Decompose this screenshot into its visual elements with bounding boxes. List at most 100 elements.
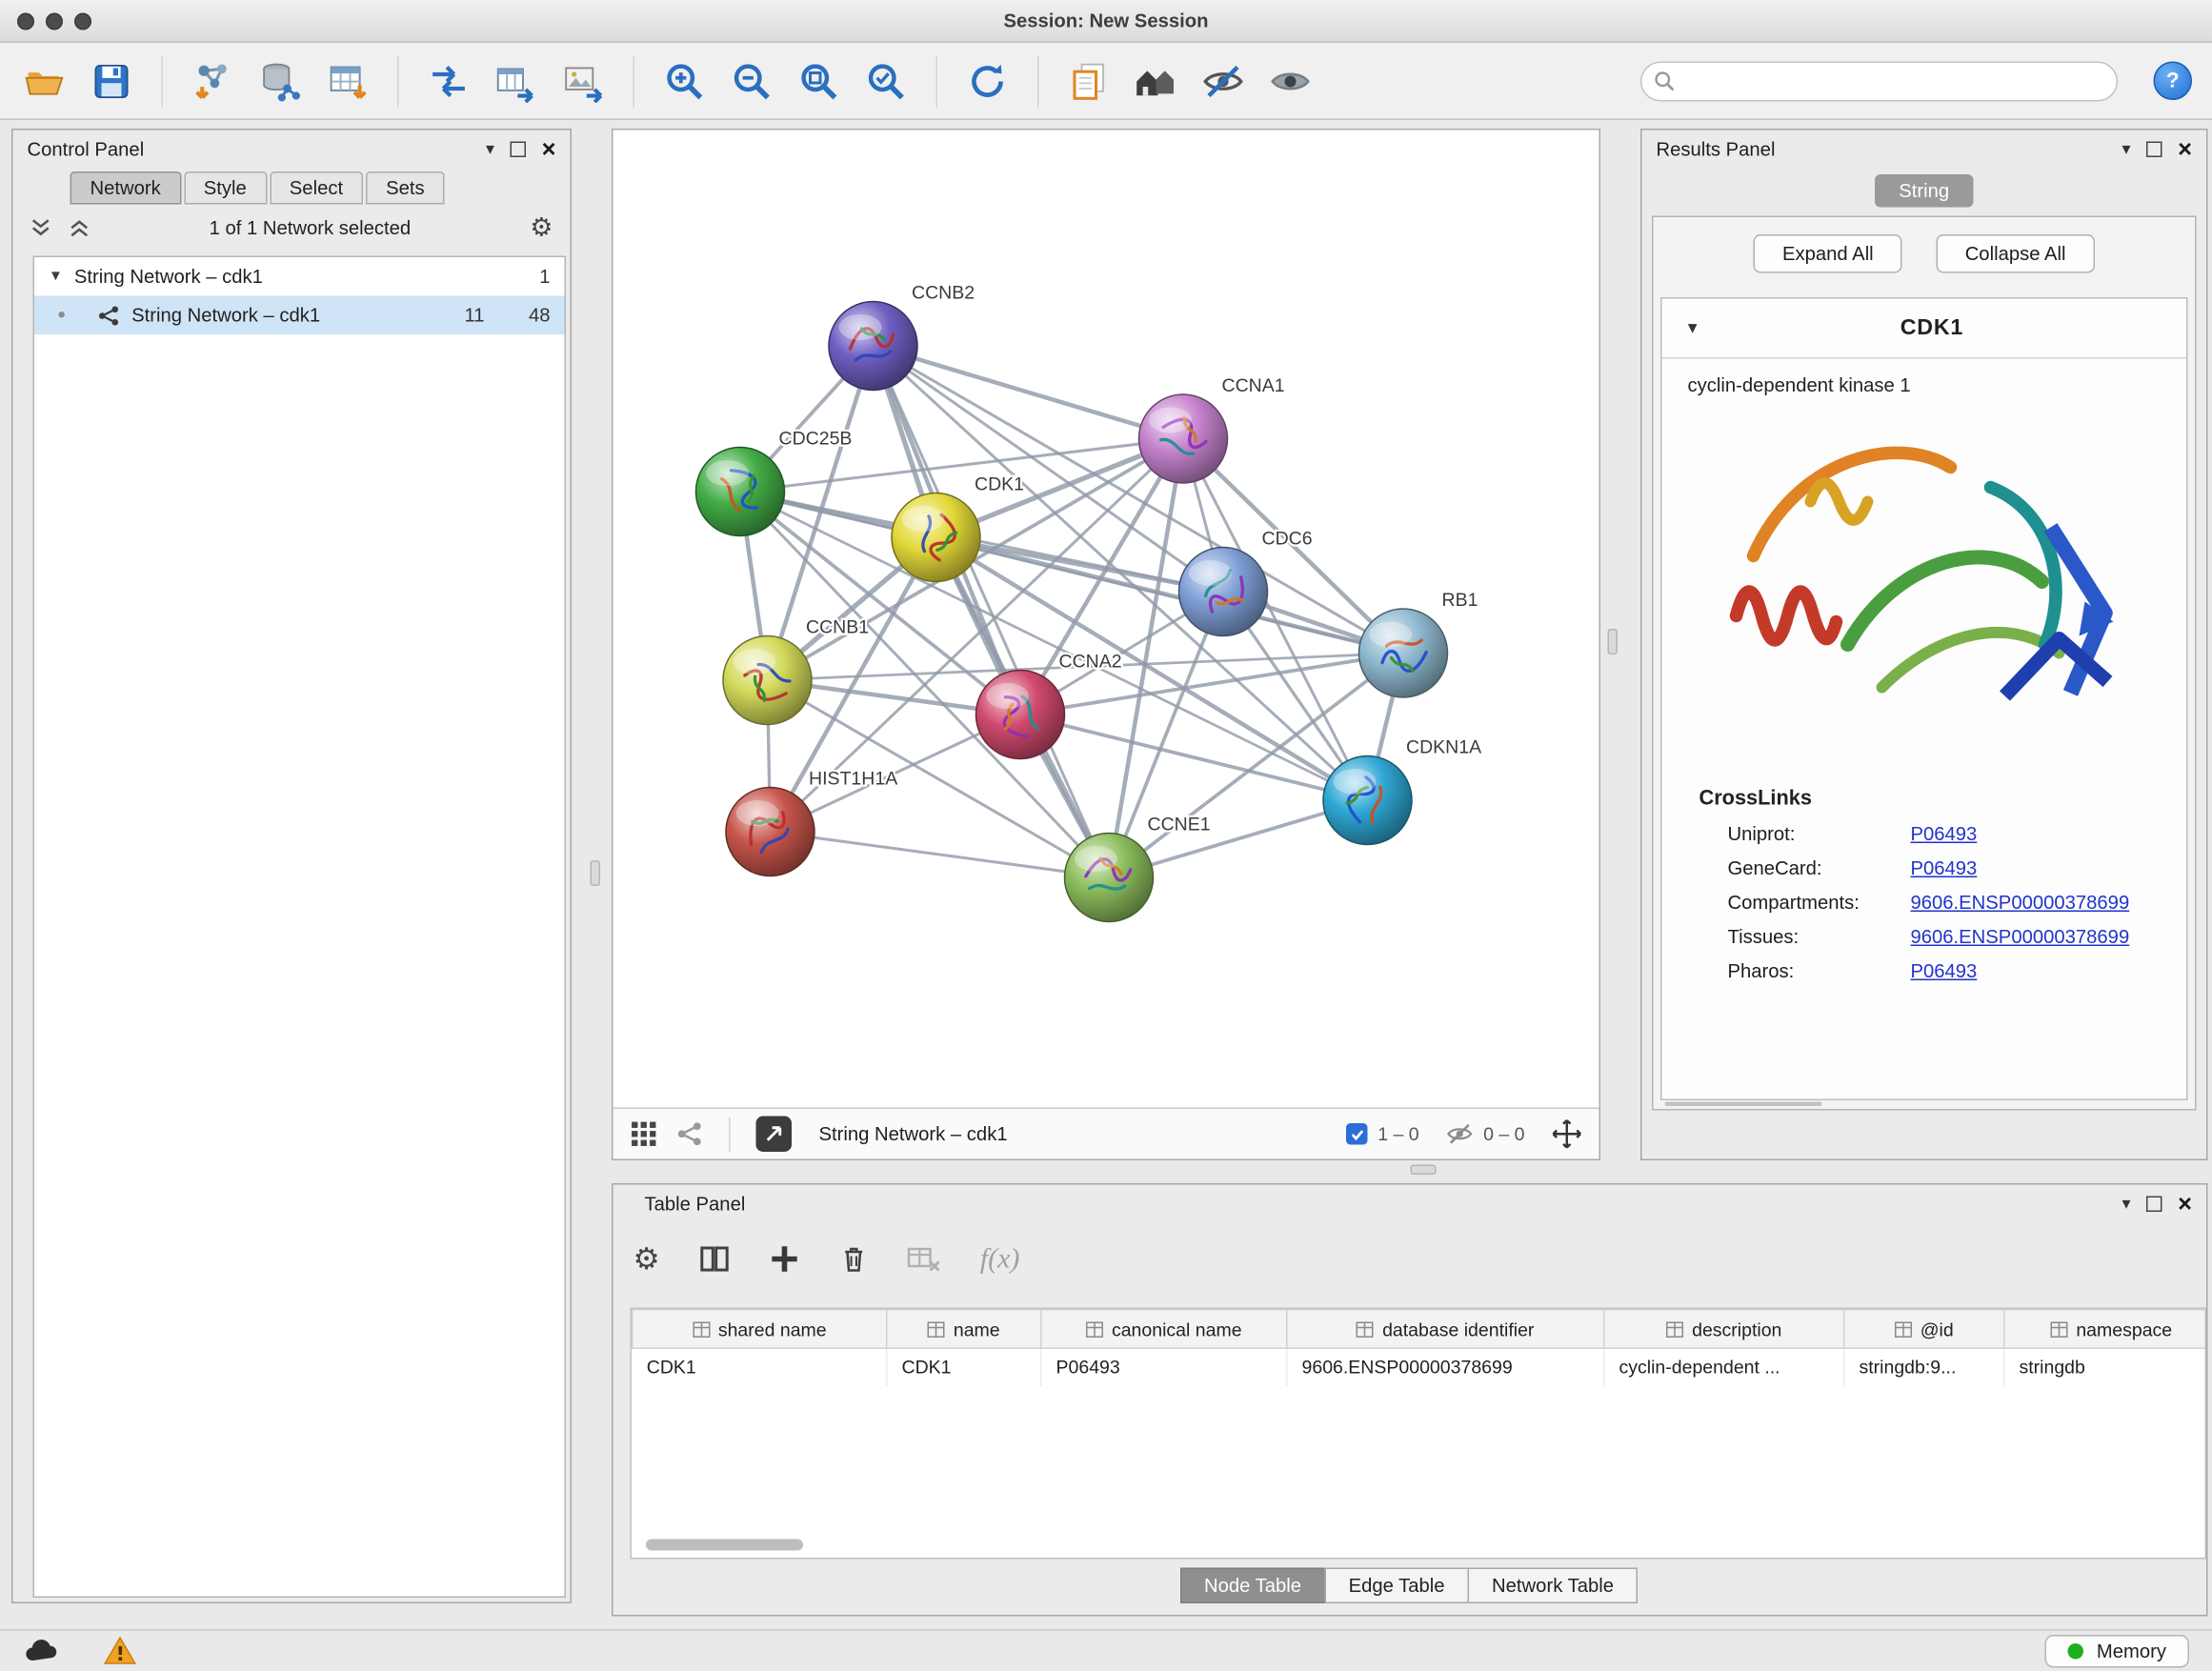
tab-style[interactable]: Style bbox=[184, 171, 267, 205]
export-arrows-icon bbox=[428, 59, 471, 102]
panel-menu-icon[interactable]: ▾ bbox=[486, 140, 494, 157]
svg-text:HIST1H1A: HIST1H1A bbox=[809, 769, 897, 790]
table-cell[interactable]: CDK1 bbox=[887, 1348, 1041, 1385]
zoom-fit-icon bbox=[797, 59, 840, 102]
crosslink-value-link[interactable]: P06493 bbox=[1911, 857, 1978, 879]
cloud-status-icon[interactable] bbox=[23, 1637, 60, 1665]
zoom-out-button[interactable] bbox=[728, 56, 776, 105]
svg-text:CDC25B: CDC25B bbox=[779, 429, 853, 450]
svg-text:CCNB1: CCNB1 bbox=[806, 617, 869, 638]
import-network-button[interactable] bbox=[189, 56, 237, 105]
table-cell[interactable]: CDK1 bbox=[633, 1348, 887, 1385]
right-splitter-handle[interactable] bbox=[1608, 629, 1619, 654]
search-input[interactable] bbox=[1640, 61, 2118, 101]
import-network-from-database-button[interactable] bbox=[256, 56, 305, 105]
help-question-glyph: ? bbox=[2166, 69, 2180, 93]
birds-eye-view-icon[interactable] bbox=[631, 1120, 658, 1148]
column-header[interactable]: @id bbox=[1844, 1310, 2004, 1349]
crosslinks-title: CrossLinks bbox=[1662, 776, 2187, 818]
home-view-button[interactable] bbox=[1132, 56, 1180, 105]
zoom-fit-button[interactable] bbox=[794, 56, 843, 105]
panel-close-icon[interactable]: × bbox=[2178, 1191, 2192, 1216]
tab-node-table[interactable]: Node Table bbox=[1179, 1568, 1325, 1604]
export-table-button[interactable] bbox=[492, 56, 540, 105]
expand-all-button[interactable]: Expand All bbox=[1754, 234, 1902, 273]
results-horizontal-scrollbar[interactable] bbox=[1665, 1102, 1822, 1107]
export-network-button[interactable] bbox=[425, 56, 473, 105]
column-type-icon bbox=[1666, 1321, 1683, 1338]
save-session-button[interactable] bbox=[88, 56, 136, 105]
open-session-button[interactable] bbox=[20, 56, 69, 105]
zoom-in-button[interactable] bbox=[660, 56, 709, 105]
panel-float-icon[interactable] bbox=[511, 141, 527, 157]
gear-icon[interactable]: ⚙ bbox=[530, 214, 553, 240]
open-in-window-button[interactable] bbox=[756, 1117, 793, 1153]
copy-document-button[interactable] bbox=[1065, 56, 1114, 105]
collapse-all-chevron-icon[interactable] bbox=[30, 216, 52, 238]
add-column-icon[interactable] bbox=[769, 1243, 800, 1275]
column-header[interactable]: description bbox=[1604, 1310, 1844, 1349]
string-results-tab[interactable]: String bbox=[1875, 174, 1974, 208]
table-cell[interactable]: stringdb:9... bbox=[1844, 1348, 2004, 1385]
panel-menu-icon[interactable]: ▾ bbox=[2122, 1195, 2131, 1212]
column-header[interactable]: shared name bbox=[633, 1310, 887, 1349]
table-horizontal-scrollbar[interactable] bbox=[646, 1540, 803, 1551]
hide-unhide-button[interactable] bbox=[1199, 56, 1248, 105]
column-header[interactable]: namespace bbox=[2004, 1310, 2206, 1349]
tab-sets[interactable]: Sets bbox=[366, 171, 445, 205]
crosslink-label: Uniprot: bbox=[1728, 823, 1911, 845]
crosslink-value-link[interactable]: 9606.ENSP00000378699 bbox=[1911, 892, 2130, 914]
selected-checkbox-icon[interactable] bbox=[1346, 1123, 1368, 1145]
tab-select[interactable]: Select bbox=[270, 171, 363, 205]
panel-close-icon[interactable]: × bbox=[2178, 136, 2192, 161]
results-panel-title: Results Panel bbox=[1657, 138, 1776, 160]
crosslink-value-link[interactable]: P06493 bbox=[1911, 823, 1978, 845]
network-row-selected[interactable]: ● String Network – cdk1 11 48 bbox=[34, 296, 565, 335]
tab-network[interactable]: Network bbox=[70, 171, 181, 205]
left-splitter-handle[interactable] bbox=[591, 860, 601, 886]
column-header[interactable]: name bbox=[887, 1310, 1041, 1349]
close-window-button[interactable] bbox=[17, 13, 34, 30]
network-collection-row[interactable]: ▼ String Network – cdk1 1 bbox=[34, 257, 565, 296]
horizontal-splitter-handle[interactable] bbox=[1411, 1165, 1437, 1176]
crosslink-value-link[interactable]: 9606.ENSP00000378699 bbox=[1911, 926, 2130, 948]
panel-close-icon[interactable]: × bbox=[542, 136, 556, 161]
gene-section-header[interactable]: ▼ CDK1 bbox=[1662, 299, 2187, 359]
application-window: Session: New Session bbox=[0, 0, 2212, 1671]
tab-network-table[interactable]: Network Table bbox=[1468, 1568, 1639, 1604]
network-graph[interactable]: CCNB2CCNA1CDC25BCDK1CDC6RB1CCNB1CCNA2CDK… bbox=[613, 131, 1599, 1108]
graph-view-icon[interactable] bbox=[676, 1120, 704, 1148]
table-cell[interactable]: P06493 bbox=[1041, 1348, 1287, 1385]
tree-expand-caret-icon[interactable]: ▼ bbox=[49, 269, 63, 285]
zoom-selected-button[interactable] bbox=[862, 56, 911, 105]
memory-button[interactable]: Memory bbox=[2045, 1634, 2189, 1667]
table-cell[interactable]: stringdb bbox=[2004, 1348, 2206, 1385]
protein-structure-container bbox=[1662, 396, 2187, 776]
show-columns-icon[interactable] bbox=[698, 1243, 730, 1275]
panel-menu-icon[interactable]: ▾ bbox=[2122, 140, 2131, 157]
column-header[interactable]: canonical name bbox=[1041, 1310, 1287, 1349]
table-row[interactable]: CDK1 CDK1 P06493 9606.ENSP00000378699 cy… bbox=[633, 1348, 2206, 1385]
delete-column-trash-icon[interactable] bbox=[838, 1243, 869, 1275]
apply-style-button[interactable] bbox=[963, 56, 1012, 105]
pan-crosshair-icon[interactable] bbox=[1552, 1119, 1582, 1150]
table-cell[interactable]: cyclin-dependent ... bbox=[1604, 1348, 1844, 1385]
expand-all-chevron-icon[interactable] bbox=[69, 216, 90, 238]
import-table-button[interactable] bbox=[323, 56, 372, 105]
section-collapse-caret-icon[interactable]: ▼ bbox=[1685, 319, 1700, 336]
help-button[interactable]: ? bbox=[2154, 62, 2193, 101]
maximize-window-button[interactable] bbox=[74, 13, 91, 30]
collapse-all-button[interactable]: Collapse All bbox=[1937, 234, 2095, 273]
column-header[interactable]: database identifier bbox=[1287, 1310, 1604, 1349]
tab-edge-table[interactable]: Edge Table bbox=[1324, 1568, 1469, 1604]
warning-icon[interactable] bbox=[103, 1635, 137, 1666]
table-cell[interactable]: 9606.ENSP00000378699 bbox=[1287, 1348, 1604, 1385]
minimize-window-button[interactable] bbox=[46, 13, 63, 30]
export-image-button[interactable] bbox=[559, 56, 608, 105]
table-gear-icon[interactable]: ⚙ bbox=[633, 1244, 660, 1275]
panel-float-icon[interactable] bbox=[2146, 1196, 2162, 1212]
panel-float-icon[interactable] bbox=[2146, 141, 2162, 157]
show-view-button[interactable] bbox=[1266, 56, 1315, 105]
gene-symbol: CDK1 bbox=[1700, 315, 2163, 341]
crosslink-value-link[interactable]: P06493 bbox=[1911, 960, 1978, 982]
